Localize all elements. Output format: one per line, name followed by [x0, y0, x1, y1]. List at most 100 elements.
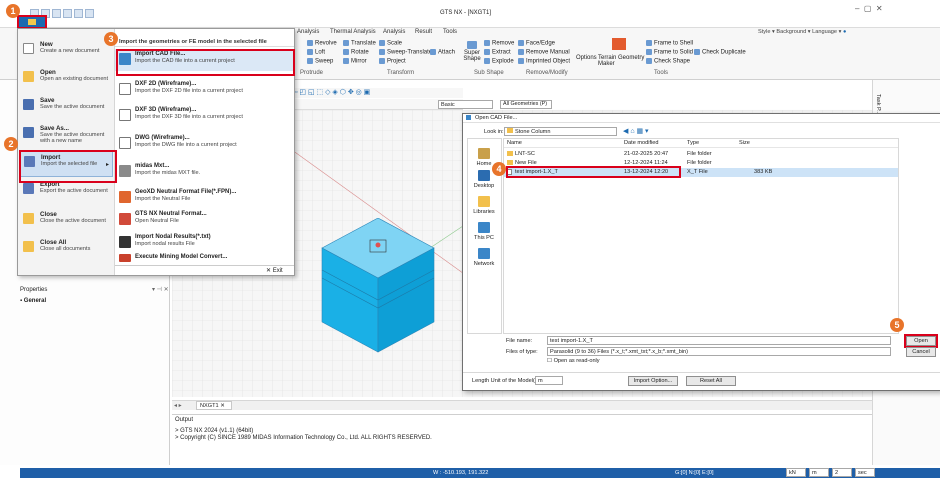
extract-icon [484, 49, 490, 55]
loft-button[interactable]: Loft [307, 49, 325, 56]
time-unit-select[interactable]: sec [855, 468, 875, 477]
submenu-mining-convert[interactable]: Execute Mining Model Convert... [115, 253, 294, 265]
step-badge-5: 5 [890, 318, 904, 332]
task-pane-tab[interactable]: Task P... [875, 94, 881, 115]
submenu-nodal-results[interactable]: Import Nodal Results(*.txt) Import nodal… [115, 232, 294, 254]
imprinted-object-button[interactable]: Imprinted Object [518, 58, 570, 65]
cancel-button[interactable]: Cancel [906, 347, 936, 357]
style-menu[interactable]: Style [758, 29, 770, 35]
exit-button[interactable]: ✕ Exit [266, 267, 283, 274]
submenu-dxf-2d[interactable]: DXF 2D (Wireframe)... Import the DXF 2D … [115, 79, 294, 101]
place-this-pc[interactable]: This PC [469, 222, 499, 241]
tab-analysis-2[interactable]: Analysis [383, 29, 405, 35]
length-unit-status-select[interactable]: m [809, 468, 829, 477]
terrain-geometry-maker-button[interactable]: Terrain Geometry Maker [598, 55, 646, 67]
frame-to-solid-icon [646, 49, 652, 55]
check-duplicate-button[interactable]: Check Duplicate [694, 49, 746, 56]
title-right-menu[interactable]: Style ▾ Background ▾ Language ▾ ● [758, 29, 846, 35]
menu-item-close-all[interactable]: Close All Close all documents [20, 237, 113, 263]
rotate-button[interactable]: Rotate [343, 49, 369, 56]
file-list-header: Name Date modified Type Size [504, 139, 898, 148]
geometry-filter-select[interactable]: All Geometries (P) [500, 100, 552, 109]
scale-button[interactable]: Scale [379, 40, 402, 47]
sweep-translate-button[interactable]: Sweep-Translate [379, 49, 432, 56]
precision-select[interactable]: 2 [832, 468, 852, 477]
submenu-geoxd-fpn[interactable]: GeoXD Neutral Format File(*.FPN)... Impo… [115, 187, 294, 209]
group-label-remove-modify: Remove/Modify [526, 70, 568, 76]
super-shape-button[interactable]: Super Shape [462, 41, 482, 62]
column-type[interactable]: Type [687, 140, 699, 146]
menu-item-save[interactable]: Save Save the active document [20, 95, 113, 121]
save-icon[interactable] [52, 9, 61, 18]
properties-general-section[interactable]: ▪ General [20, 298, 46, 304]
tab-analysis[interactable]: Analysis [297, 29, 319, 35]
face-edge-button[interactable]: Face/Edge [518, 40, 555, 47]
force-unit-select[interactable]: kN [786, 468, 806, 477]
tab-result[interactable]: Result [415, 29, 432, 35]
menu-item-close[interactable]: Close Close the active document [20, 209, 113, 235]
translate-button[interactable]: Translate [343, 40, 376, 47]
mxt-icon [119, 165, 131, 177]
read-only-checkbox[interactable]: ☐ Open as read-only [547, 358, 600, 364]
step-badge-3: 3 [104, 32, 118, 46]
column-size[interactable]: Size [739, 140, 750, 146]
column-name[interactable]: Name [507, 140, 522, 146]
undo-icon[interactable] [74, 9, 83, 18]
window-controls[interactable]: – ▢ ✕ [855, 4, 883, 13]
tab-thermal-analysis[interactable]: Thermal Analysis [330, 29, 376, 35]
file-name-label: File name: [506, 338, 533, 344]
close-all-icon [23, 241, 34, 252]
app-logo-icon [28, 19, 36, 25]
remove-manual-button[interactable]: Remove Manual [518, 49, 570, 56]
place-network[interactable]: Network [469, 248, 499, 267]
submenu-gts-neutral[interactable]: GTS NX Neutral Format... Open Neutral Fi… [115, 209, 294, 231]
length-unit-select[interactable]: m [535, 376, 563, 385]
highlight-import-cad [116, 49, 295, 76]
app-menu-button[interactable] [17, 15, 47, 29]
nav-icons[interactable]: ◀ ⌂ ▦ ▾ [623, 127, 649, 135]
filter-select-basic[interactable]: Basic [438, 100, 493, 109]
panel-pin-icon[interactable]: ▾ ⊣ ✕ [152, 286, 169, 293]
document-tab-bar: ◂ ▸ NXGT1 ✕ [172, 400, 872, 410]
background-menu[interactable]: Background [776, 29, 806, 35]
submenu-dwg[interactable]: DWG (Wireframe)... Import the DWG file i… [115, 133, 294, 155]
tab-tools[interactable]: Tools [443, 29, 457, 35]
attach-button[interactable]: Attach [430, 49, 455, 56]
revolve-button[interactable]: Revolve [307, 40, 337, 47]
step-badge-2: 2 [4, 137, 18, 151]
frame-to-shell-button[interactable]: Frame to Shell [646, 40, 693, 47]
place-libraries[interactable]: Libraries [469, 196, 499, 215]
file-type-select[interactable]: Parasolid (9 to 36) Files (*.x_t;*.xmt_t… [547, 347, 891, 356]
explode-button[interactable]: Explode [484, 58, 514, 65]
document-tab[interactable]: NXGT1 ✕ [196, 401, 232, 410]
tab-nav-icons[interactable]: ◂ ▸ [174, 402, 182, 409]
file-row[interactable]: LNT-SC 21-02-2025 20:47 File folder [504, 150, 898, 159]
look-in-select[interactable]: Stone Column [504, 127, 617, 136]
project-button[interactable]: Project [379, 58, 406, 65]
submenu-dxf-3d[interactable]: DXF 3D (Wireframe)... Import the DXF 3D … [115, 105, 294, 127]
import-option-button[interactable]: Import Option... [628, 376, 678, 386]
view-icons-row[interactable]: ▫ ◰ ◱ ⬚ ◇ ◈ ⬡ ✥ ◎ ▣ [295, 88, 463, 98]
language-menu[interactable]: Language [812, 29, 837, 35]
print-icon[interactable] [63, 9, 72, 18]
face-edge-icon [518, 40, 524, 46]
menu-item-new[interactable]: New Create a new document [20, 39, 113, 65]
frame-to-solid-button[interactable]: Frame to Solid [646, 49, 693, 56]
frame-to-shell-icon [646, 40, 652, 46]
reset-all-button[interactable]: Reset All [686, 376, 736, 386]
sweep-button[interactable]: Sweep [307, 58, 333, 65]
check-shape-button[interactable]: Check Shape [646, 58, 690, 65]
redo-icon[interactable] [85, 9, 94, 18]
options-button[interactable]: Options [576, 55, 597, 61]
menu-item-open[interactable]: Open Open an existing document [20, 67, 113, 93]
group-label-protrude: Protrude [300, 70, 324, 76]
column-date-modified[interactable]: Date modified [624, 140, 659, 146]
mirror-button[interactable]: Mirror [343, 58, 367, 65]
file-name-input[interactable]: test import-1.X_T [547, 336, 891, 345]
help-icon[interactable]: ● [843, 29, 846, 35]
cursor-coordinates: W : -510.193, 191.322 [433, 470, 489, 476]
submenu-midas-mxt[interactable]: midas Mxt... Import the midas MXT file. [115, 161, 294, 183]
remove-button[interactable]: Remove [484, 40, 514, 47]
menu-item-save-as[interactable]: Save As... Save the active document with… [20, 123, 113, 149]
extract-button[interactable]: Extract [484, 49, 511, 56]
